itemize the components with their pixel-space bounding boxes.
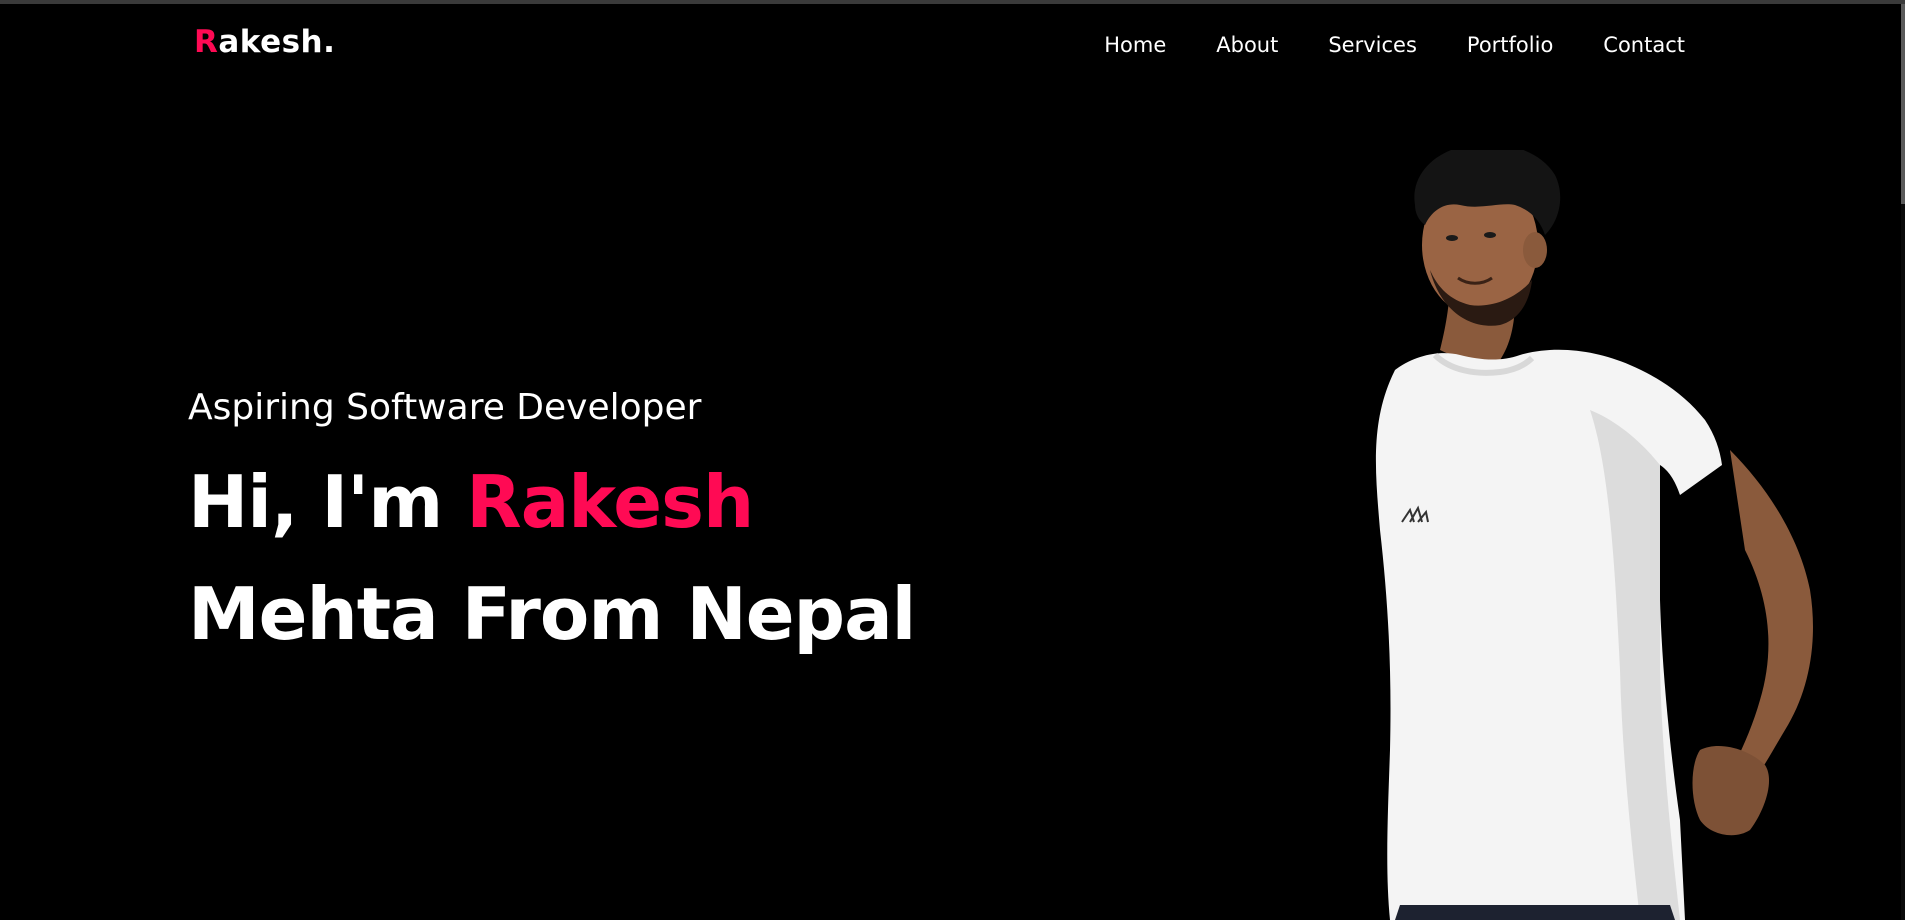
scrollbar-thumb[interactable] (1901, 4, 1905, 204)
nav-about[interactable]: About (1216, 30, 1278, 60)
photo-ear (1523, 232, 1547, 268)
photo-right-arm (1720, 450, 1813, 790)
nav-portfolio[interactable]: Portfolio (1467, 30, 1553, 60)
nav-services[interactable]: Services (1328, 30, 1417, 60)
photo-hand (1692, 745, 1770, 836)
logo-initial: R (194, 24, 219, 60)
hero-name-highlight: Rakesh (466, 460, 754, 544)
hero-name-rest: Mehta From Nepal (188, 572, 916, 656)
page-viewport: Rakesh. Home About Services Portfolio Co… (0, 0, 1905, 920)
hero-subtitle: Aspiring Software Developer (188, 387, 702, 428)
nav-home[interactable]: Home (1104, 30, 1166, 60)
photo-right-eye (1484, 232, 1496, 238)
site-logo[interactable]: Rakesh. (194, 22, 335, 62)
profile-photo (1375, 150, 1813, 920)
photo-jeans (1395, 905, 1675, 920)
hero-greeting: Hi, I'm (188, 460, 467, 544)
nav-contact[interactable]: Contact (1603, 30, 1685, 60)
main-nav: Home About Services Portfolio Contact (1104, 30, 1685, 60)
browser-top-edge (0, 0, 1905, 4)
photo-left-eye (1446, 235, 1458, 241)
hero-section: Aspiring Software Developer Hi, I'm Rake… (188, 382, 1088, 670)
hero-title: Hi, I'm Rakesh Mehta From Nepal (188, 446, 1088, 670)
logo-rest: akesh. (218, 24, 336, 60)
